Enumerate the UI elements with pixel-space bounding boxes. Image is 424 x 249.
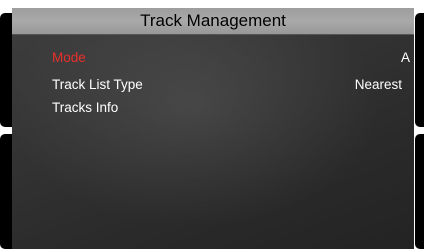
title-bar: Track Management bbox=[12, 8, 414, 35]
display-screen: Track Management Mode A Track List Type … bbox=[12, 8, 414, 249]
right-upper-softkey[interactable] bbox=[415, 13, 424, 127]
menu-item-label: Track List Type bbox=[52, 77, 143, 92]
menu-item-label: Tracks Info bbox=[52, 100, 119, 115]
menu-item-track-list-type[interactable]: Track List Type Nearest bbox=[52, 75, 402, 95]
menu-item-mode[interactable]: Mode A bbox=[52, 48, 410, 68]
page-title: Track Management bbox=[140, 11, 286, 30]
menu-item-value: A bbox=[400, 50, 410, 65]
device-frame: Track Management Mode A Track List Type … bbox=[0, 0, 424, 249]
menu-item-value: Nearest bbox=[354, 77, 402, 92]
menu-item-tracks-info[interactable]: Tracks Info bbox=[52, 98, 402, 118]
menu-item-label: Mode bbox=[52, 50, 86, 65]
right-lower-softkey[interactable] bbox=[415, 134, 424, 249]
